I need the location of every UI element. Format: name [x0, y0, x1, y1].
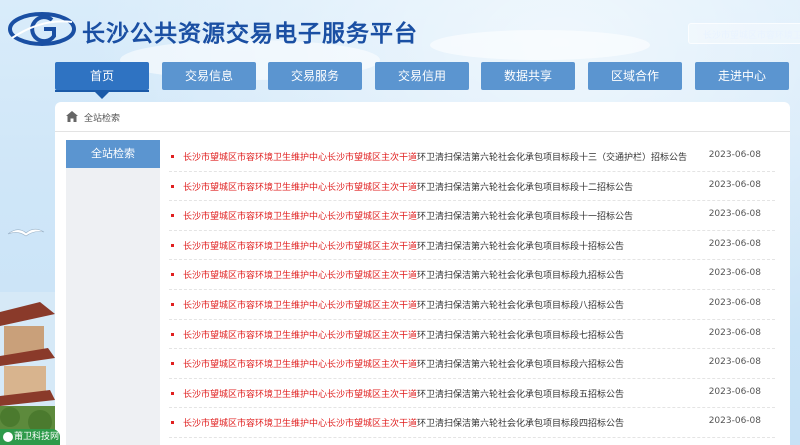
list-item[interactable]: 长沙市望城区市容环境卫生维护中心长沙市望城区主次干道环卫清扫保洁第六轮社会化承包…	[169, 260, 775, 290]
list-item-date: 2023-06-08	[708, 327, 761, 338]
list-item-date: 2023-06-08	[708, 386, 761, 397]
home-icon[interactable]	[66, 111, 78, 122]
list-item-title-link[interactable]: 长沙市望城区市容环境卫生维护中心长沙市望城区主次干道环卫清扫保洁第六轮社会化承包…	[183, 209, 633, 222]
list-item-date: 2023-06-08	[708, 268, 761, 279]
bullet-icon	[171, 184, 174, 188]
list-item-title-link[interactable]: 长沙市望城区市容环境卫生维护中心长沙市望城区主次干道环卫清扫保洁第六轮社会化承包…	[183, 298, 624, 311]
list-item-title-rest: 环卫清扫保洁第六轮社会化承包项目标段五招标公告	[417, 389, 625, 400]
list-item-title-link[interactable]: 长沙市望城区市容环境卫生维护中心长沙市望城区主次干道环卫清扫保洁第六轮社会化承包…	[183, 357, 624, 370]
list-item-title-link[interactable]: 长沙市望城区市容环境卫生维护中心长沙市望城区主次干道环卫清扫保洁第六轮社会化承包…	[183, 180, 633, 193]
nav-item-regional-cooperation[interactable]: 区域合作	[588, 62, 682, 90]
nav-item-data-sharing[interactable]: 数据共享	[481, 62, 575, 90]
list-item-title-highlight: 长沙市望城区市容环境卫生维护中心长沙市望城区主次干道	[183, 182, 418, 193]
logo-icon[interactable]	[8, 10, 76, 48]
list-item-date: 2023-06-08	[708, 416, 761, 427]
nav-item-trading-credit[interactable]: 交易信用	[375, 62, 469, 90]
list-item[interactable]: 长沙市望城区市容环境卫生维护中心长沙市望城区主次干道环卫清扫保洁第六轮社会化承包…	[169, 379, 775, 409]
list-item-title-rest: 环卫清扫保洁第六轮社会化承包项目标段六招标公告	[417, 360, 625, 371]
list-item-title-link[interactable]: 长沙市望城区市容环境卫生维护中心长沙市望城区主次干道环卫清扫保洁第六轮社会化承包…	[183, 239, 624, 252]
list-item-title-rest: 环卫清扫保洁第六轮社会化承包项目标段十二招标公告	[417, 182, 634, 193]
list-item[interactable]: 长沙市望城区市容环境卫生维护中心长沙市望城区主次干道环卫清扫保洁第六轮社会化承包…	[169, 349, 775, 379]
list-item[interactable]: 长沙市望城区市容环境卫生维护中心长沙市望城区主次干道环卫清扫保洁第六轮社会化承包…	[169, 320, 775, 350]
breadcrumb: 全站检索	[55, 102, 790, 132]
list-item-date: 2023-06-08	[708, 238, 761, 249]
list-item-title-rest: 环卫清扫保洁第六轮社会化承包项目标段七招标公告	[417, 330, 625, 341]
list-item-title-highlight: 长沙市望城区市容环境卫生维护中心长沙市望城区主次干道	[183, 241, 418, 252]
list-item-title-link[interactable]: 长沙市望城区市容环境卫生维护中心长沙市望城区主次干道环卫清扫保洁第六轮社会化承包…	[183, 268, 624, 281]
list-item-title-link[interactable]: 长沙市望城区市容环境卫生维护中心长沙市望城区主次干道环卫清扫保洁第六轮社会化承包…	[183, 328, 624, 341]
list-item-title-link[interactable]: 长沙市望城区市容环境卫生维护中心长沙市望城区主次干道环卫清扫保洁第六轮社会化承包…	[183, 387, 624, 400]
bullet-icon	[171, 214, 174, 218]
list-item[interactable]: 长沙市望城区市容环境卫生维护中心长沙市望城区主次干道环卫清扫保洁第六轮社会化承包…	[169, 231, 775, 261]
list-item-title-rest: 环卫清扫保洁第六轮社会化承包项目标段十一招标公告	[417, 212, 634, 223]
bullet-icon	[171, 391, 174, 395]
list-item-title-highlight: 长沙市望城区市容环境卫生维护中心长沙市望城区主次干道	[183, 360, 418, 371]
list-item-title-highlight: 长沙市望城区市容环境卫生维护中心长沙市望城区主次干道	[183, 300, 418, 311]
list-item-title-rest: 环卫清扫保洁第六轮社会化承包项目标段八招标公告	[417, 300, 625, 311]
list-item[interactable]: 长沙市望城区市容环境卫生维护中心长沙市望城区主次干道环卫清扫保洁第六轮社会化承包…	[169, 172, 775, 202]
footer-badge: 莆卫科技网	[0, 429, 60, 445]
bullet-icon	[171, 421, 174, 425]
list-item-date: 2023-06-08	[708, 357, 761, 368]
list-item[interactable]: 长沙市望城区市容环境卫生维护中心长沙市望城区主次干道环卫清扫保洁第六轮社会化承包…	[169, 408, 775, 438]
main-nav: 首页 交易信息 交易服务 交易信用 数据共享 区域合作 走进中心	[55, 62, 795, 92]
list-item-date: 2023-06-08	[708, 150, 761, 160]
bullet-icon	[171, 332, 174, 336]
list-item-title-highlight: 长沙市望城区市容环境卫生维护中心长沙市望城区主次干道	[183, 419, 418, 430]
bullet-icon	[171, 362, 174, 366]
sidebar: 全站检索	[66, 140, 160, 445]
list-item-title-link[interactable]: 长沙市望城区市容环境卫生维护中心长沙市望城区主次干道环卫清扫保洁第六轮社会化承包…	[183, 416, 624, 429]
list-item-title-highlight: 长沙市望城区市容环境卫生维护中心长沙市望城区主次干道	[183, 212, 418, 223]
list-item-title-rest: 环卫清扫保洁第六轮社会化承包项目标段九招标公告	[417, 271, 625, 282]
list-item[interactable]: 长沙市望城区市容环境卫生维护中心长沙市望城区主次干道环卫清扫保洁第六轮社会化承包…	[169, 142, 775, 172]
list-item-title-rest: 环卫清扫保洁第六轮社会化承包项目标段十招标公告	[417, 241, 625, 252]
list-item[interactable]: 长沙市望城区市容环境卫生维护中心长沙市望城区主次干道环卫清扫保洁第六轮社会化承包…	[169, 201, 775, 231]
site-title: 长沙公共资源交易电子服务平台	[82, 20, 418, 47]
nav-item-trading-info[interactable]: 交易信息	[162, 62, 256, 90]
bullet-icon	[171, 302, 174, 306]
breadcrumb-current: 全站检索	[84, 114, 121, 124]
nav-item-about-center[interactable]: 走进中心	[695, 62, 789, 90]
result-list: 长沙市望城区市容环境卫生维护中心长沙市望城区主次干道环卫清扫保洁第六轮社会化承包…	[169, 142, 775, 438]
footer-badge-label: 莆卫科技网	[14, 432, 60, 442]
sidebar-item-site-search[interactable]: 全站检索	[66, 140, 160, 168]
pavilion-building-image	[0, 292, 55, 445]
list-item-date: 2023-06-08	[708, 297, 761, 308]
list-item-title-highlight: 长沙市望城区市容环境卫生维护中心长沙市望城区主次干道	[183, 271, 418, 282]
list-item-title-highlight: 长沙市望城区市容环境卫生维护中心长沙市望城区主次干道	[183, 389, 418, 400]
seagull-icon	[7, 228, 45, 237]
nav-item-home[interactable]: 首页	[55, 62, 149, 90]
list-item-title-highlight: 长沙市望城区市容环境卫生维护中心长沙市望城区主次干道	[183, 330, 418, 341]
list-item-date: 2023-06-08	[708, 179, 761, 190]
nav-active-arrow-icon	[95, 92, 109, 99]
main-panel: 全站检索 全站检索 长沙市望城区市容环境卫生维护中心长沙市望城区主次干道环卫清扫…	[55, 102, 790, 445]
bullet-icon	[171, 243, 174, 247]
list-item-title-highlight: 长沙市望城区市容环境卫生维护中心长沙市望城区主次干道	[183, 153, 418, 163]
list-item-title-rest: 环卫清扫保洁第六轮社会化承包项目标段四招标公告	[417, 419, 625, 430]
badge-logo-icon	[3, 432, 13, 442]
list-item-date: 2023-06-08	[708, 209, 761, 220]
search-input[interactable]: 长沙市望城区市容环境卫生维护	[688, 23, 800, 44]
list-item[interactable]: 长沙市望城区市容环境卫生维护中心长沙市望城区主次干道环卫清扫保洁第六轮社会化承包…	[169, 290, 775, 320]
list-item-title-rest: 环卫清扫保洁第六轮社会化承包项目标段十三（交通护栏）招标公告	[417, 153, 688, 163]
bullet-icon	[171, 273, 174, 277]
nav-item-trading-service[interactable]: 交易服务	[268, 62, 362, 90]
site-header: 长沙公共资源交易电子服务平台 长沙市望城区市容环境卫生维护	[0, 0, 800, 60]
bullet-icon	[171, 155, 174, 158]
list-item-title-link[interactable]: 长沙市望城区市容环境卫生维护中心长沙市望城区主次干道环卫清扫保洁第六轮社会化承包…	[183, 150, 687, 163]
